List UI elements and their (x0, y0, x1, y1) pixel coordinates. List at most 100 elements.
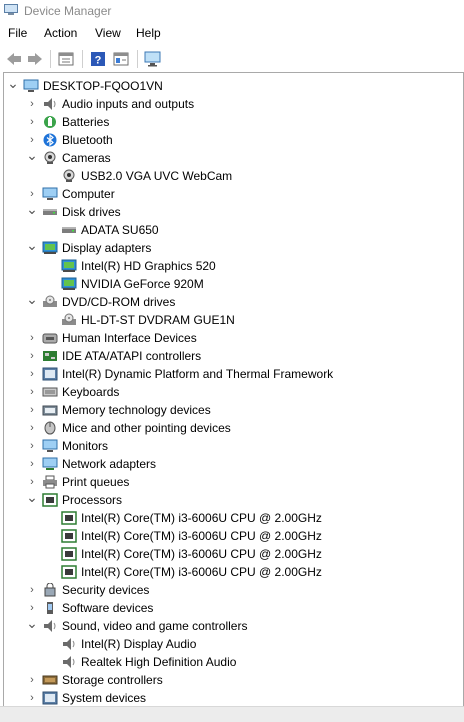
system-device-icon (42, 691, 58, 705)
chevron-down-icon[interactable]: ⌄ (26, 616, 38, 633)
chevron-right-icon[interactable]: › (26, 457, 38, 471)
dvd-drive-icon (43, 295, 57, 307)
toolbar-separator (82, 50, 83, 68)
chevron-right-icon[interactable]: › (26, 97, 38, 111)
tree-item-label: Sound, video and game controllers (62, 619, 248, 633)
chevron-down-icon[interactable]: ⌄ (26, 148, 38, 165)
back-arrow-icon (7, 53, 21, 65)
tree-item[interactable]: ⌄ Processors (4, 490, 459, 509)
chevron-right-icon[interactable]: › (26, 691, 38, 705)
update-driver-icon (113, 52, 129, 66)
scan-hardware-button[interactable] (142, 48, 164, 70)
tree-item[interactable]: › Storage controllers (4, 671, 459, 689)
tree-item-label: Print queues (62, 475, 130, 489)
chevron-down-icon[interactable]: ⌄ (26, 292, 38, 309)
forward-button[interactable] (24, 48, 46, 70)
camera-icon (44, 151, 56, 164)
tree-item-label: Bluetooth (62, 133, 113, 147)
tree-item-label: Intel(R) Core(TM) i3-6006U CPU @ 2.00GHz (81, 529, 322, 543)
tree-item-label: Intel(R) Display Audio (81, 637, 197, 651)
tree-item[interactable]: › IDE ATA/ATAPI controllers (4, 347, 459, 365)
tree-item[interactable]: › Security devices (4, 581, 459, 599)
toolbar: ? (0, 45, 464, 73)
tree-item[interactable]: › Memory technology devices (4, 401, 459, 419)
tree-item-label: Disk drives (62, 205, 121, 219)
chevron-right-icon[interactable]: › (26, 673, 38, 687)
tree-item[interactable]: › Keyboards (4, 383, 459, 401)
tree-item[interactable]: ADATA SU650 (4, 221, 459, 239)
tree-item[interactable]: Realtek High Definition Audio (4, 653, 459, 671)
device-tree[interactable]: ⌄ DESKTOP-FQOO1VN › Audio inputs and output… (3, 72, 464, 707)
properties-icon (58, 52, 74, 66)
tree-item[interactable]: HL-DT-ST DVDRAM GUE1N (4, 311, 459, 329)
chevron-right-icon[interactable]: › (26, 475, 38, 489)
tree-item[interactable]: › Mice and other pointing devices (4, 419, 459, 437)
chevron-right-icon[interactable]: › (26, 385, 38, 399)
chevron-right-icon[interactable]: › (26, 115, 38, 129)
properties-button[interactable] (55, 48, 77, 70)
chevron-down-icon[interactable]: ⌄ (26, 490, 38, 507)
tree-item[interactable]: Intel(R) Core(TM) i3-6006U CPU @ 2.00GHz (4, 563, 459, 581)
chevron-right-icon[interactable]: › (26, 331, 38, 345)
processor-icon (61, 565, 77, 579)
battery-icon (44, 116, 56, 128)
chevron-down-icon[interactable]: ⌄ (26, 202, 38, 219)
menu-action[interactable]: Action (44, 26, 77, 40)
tree-item-label: Security devices (62, 583, 150, 597)
menu-help[interactable]: Help (136, 26, 161, 40)
chevron-right-icon[interactable]: › (26, 439, 38, 453)
chevron-right-icon[interactable]: › (26, 349, 38, 363)
menu-view[interactable]: View (95, 26, 121, 40)
tree-item[interactable]: › Computer (4, 185, 459, 203)
tree-item[interactable]: › Software devices (4, 599, 459, 617)
toolbar-separator (137, 50, 138, 68)
speaker-icon (44, 98, 56, 110)
tree-item[interactable]: Intel(R) Core(TM) i3-6006U CPU @ 2.00GHz (4, 545, 459, 563)
processor-icon (61, 547, 77, 561)
tree-item[interactable]: › Batteries (4, 113, 459, 131)
tree-item[interactable]: ⌄ Disk drives (4, 202, 459, 221)
update-driver-button[interactable] (110, 48, 132, 70)
help-button[interactable]: ? (87, 48, 109, 70)
tree-item[interactable]: ⌄ Cameras (4, 148, 459, 167)
tree-item[interactable]: Intel(R) HD Graphics 520 (4, 257, 459, 275)
chevron-right-icon[interactable]: › (26, 583, 38, 597)
tree-item-label: Human Interface Devices (62, 331, 197, 345)
tree-item[interactable]: › System devices (4, 689, 459, 707)
tree-item[interactable]: ⌄ DESKTOP-FQOO1VN (4, 76, 459, 95)
chevron-right-icon[interactable]: › (26, 421, 38, 435)
software-device-icon (47, 602, 53, 614)
chevron-right-icon[interactable]: › (26, 403, 38, 417)
tree-item[interactable]: › Network adapters (4, 455, 459, 473)
tree-item[interactable]: NVIDIA GeForce 920M (4, 275, 459, 293)
tree-item[interactable]: ⌄ Display adapters (4, 238, 459, 257)
tree-item-label: Network adapters (62, 457, 157, 471)
speaker-icon (63, 656, 75, 668)
tree-item[interactable]: › Human Interface Devices (4, 329, 459, 347)
tree-item[interactable]: USB2.0 VGA UVC WebCam (4, 167, 459, 185)
menu-file[interactable]: File (8, 26, 27, 40)
tree-item[interactable]: › Intel(R) Dynamic Platform and Thermal F… (4, 365, 459, 383)
tree-item[interactable]: ⌄ Sound, video and game controllers (4, 616, 459, 635)
back-button[interactable] (3, 48, 25, 70)
tree-item[interactable]: ⌄ DVD/CD-ROM drives (4, 292, 459, 311)
tree-item-label: Intel(R) Dynamic Platform and Thermal Fr… (62, 367, 334, 381)
tree-item[interactable]: › Audio inputs and outputs (4, 95, 459, 113)
chevron-down-icon[interactable]: ⌄ (7, 76, 19, 93)
tree-item-label: IDE ATA/ATAPI controllers (62, 349, 202, 363)
chevron-right-icon[interactable]: › (26, 601, 38, 615)
tree-item[interactable]: Intel(R) Display Audio (4, 635, 459, 653)
tree-item[interactable]: › Bluetooth (4, 131, 459, 149)
tree-item[interactable]: Intel(R) Core(TM) i3-6006U CPU @ 2.00GHz (4, 527, 459, 545)
tree-item-label: Processors (62, 493, 123, 507)
tree-item[interactable]: Intel(R) Core(TM) i3-6006U CPU @ 2.00GHz (4, 509, 459, 527)
bluetooth-icon (43, 133, 57, 147)
chevron-right-icon[interactable]: › (26, 133, 38, 147)
chevron-right-icon[interactable]: › (26, 367, 38, 381)
tree-item[interactable]: › Monitors (4, 437, 459, 455)
tree-item-label: ADATA SU650 (81, 223, 159, 237)
tree-item[interactable]: › Print queues (4, 473, 459, 491)
chevron-right-icon[interactable]: › (26, 187, 38, 201)
chevron-down-icon[interactable]: ⌄ (26, 238, 38, 255)
dvd-drive-icon (62, 313, 76, 325)
